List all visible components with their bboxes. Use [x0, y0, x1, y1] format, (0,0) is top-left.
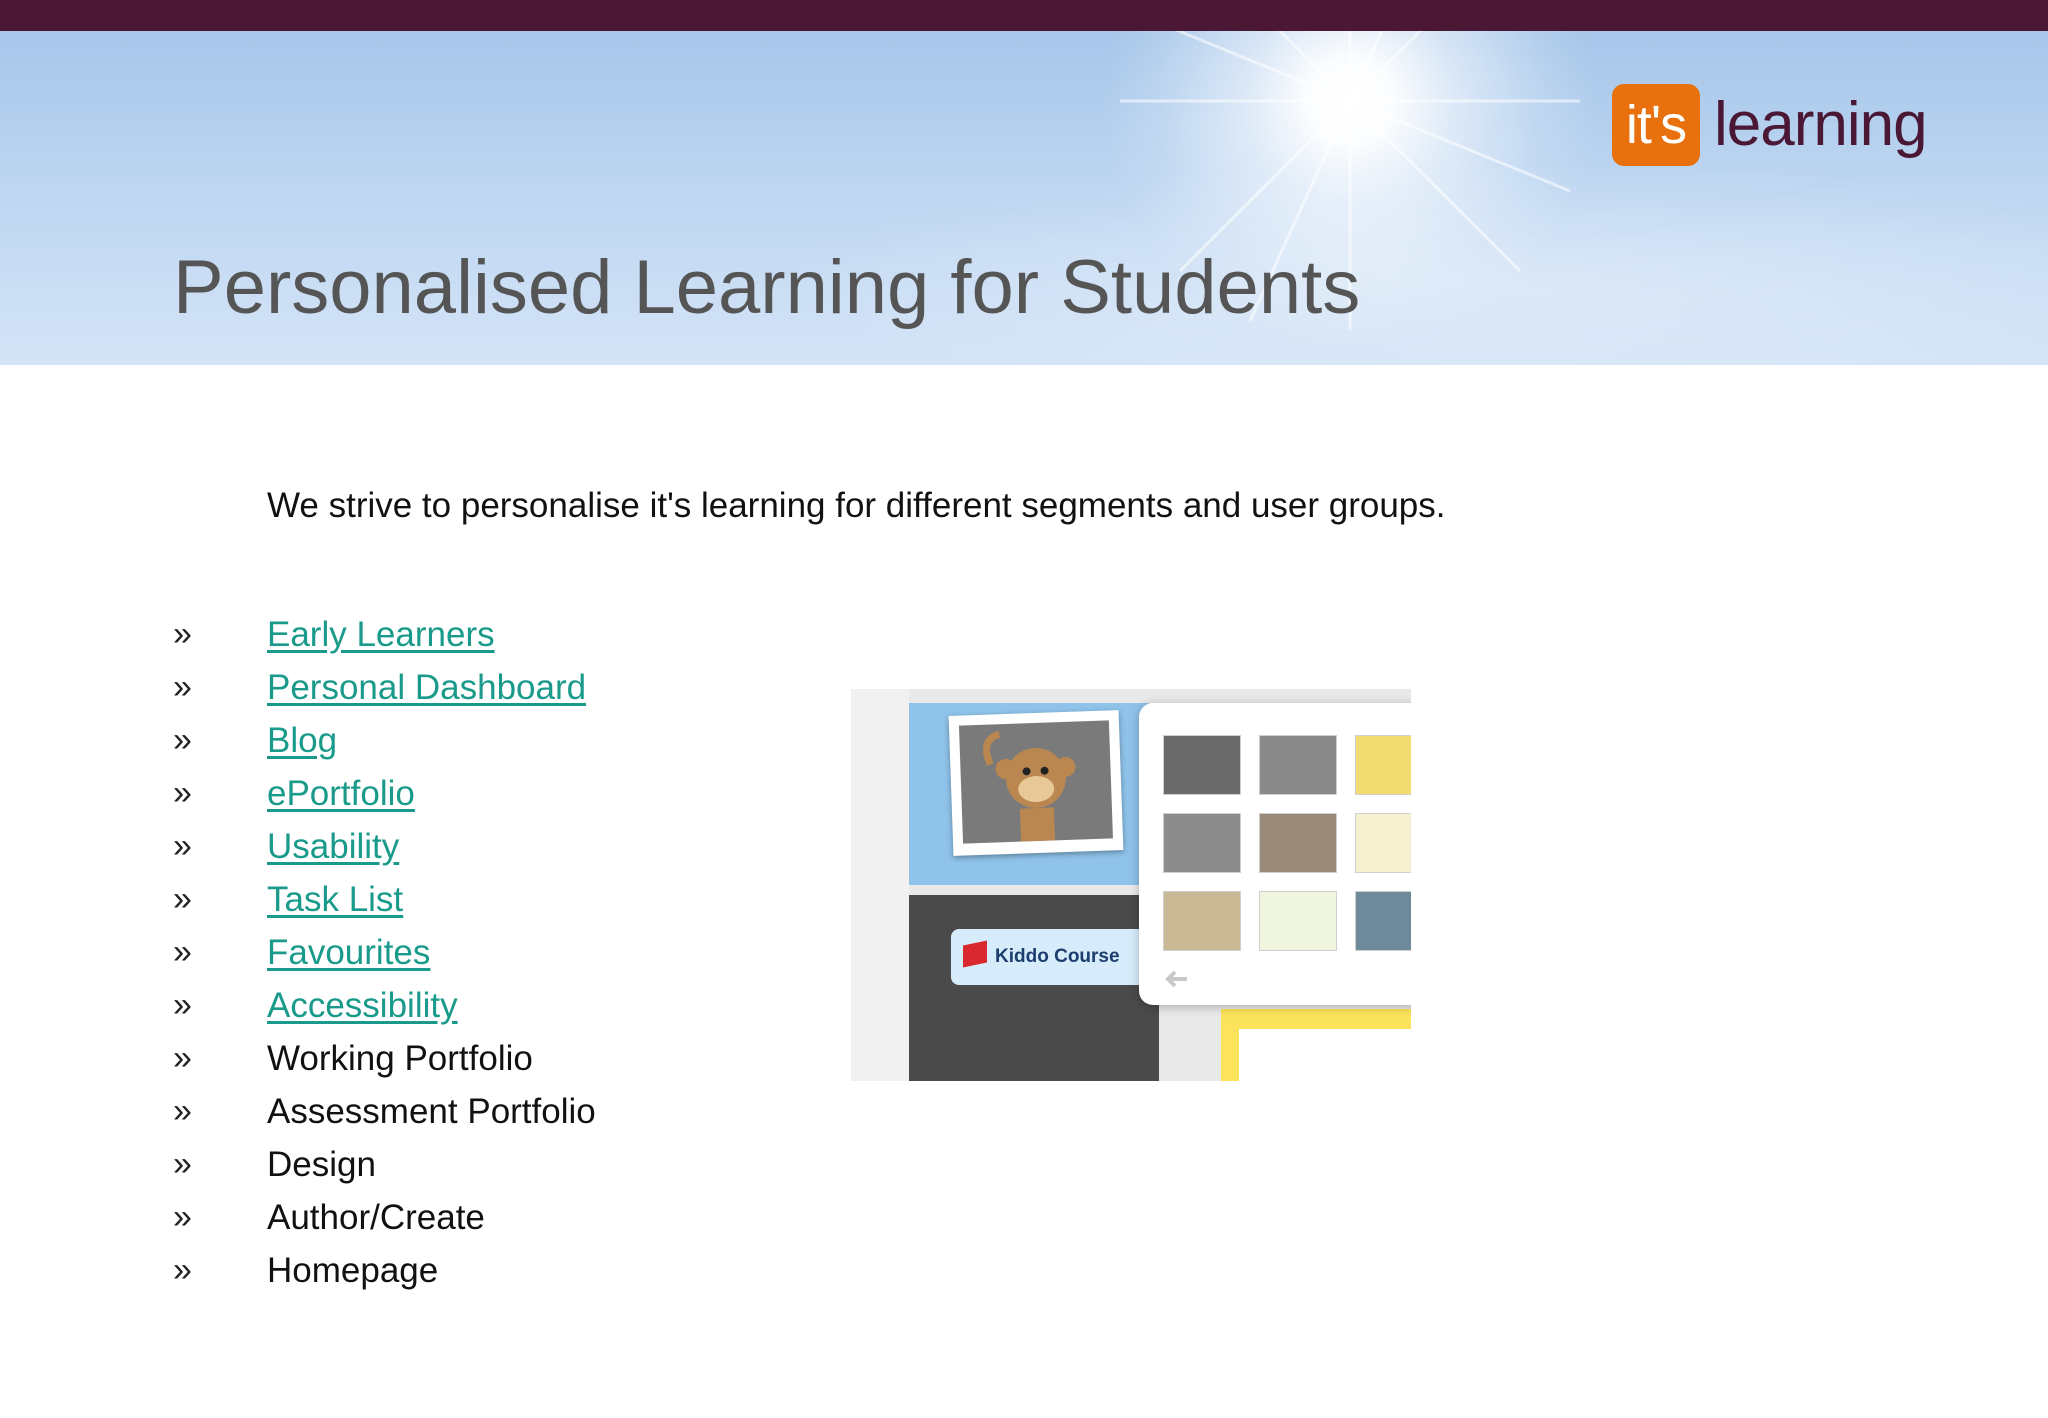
bullet-glyph: »: [173, 1039, 192, 1077]
monkey-icon: [983, 730, 1076, 842]
topic-label: Assessment Portfolio: [267, 1091, 596, 1131]
bullet-glyph: »: [173, 668, 192, 706]
logo-wordmark: learning: [1714, 90, 1928, 159]
topic-link[interactable]: Usability: [267, 827, 399, 867]
topic-link[interactable]: Personal Dashboard: [267, 668, 586, 708]
its-learning-logo[interactable]: it's learning: [1612, 84, 1928, 166]
topic-item[interactable]: » Accessibility: [173, 979, 596, 1032]
topic-item[interactable]: » Usability: [173, 820, 596, 873]
bullet-glyph: »: [173, 1145, 192, 1183]
screenshot-dark-panel: [909, 895, 1159, 1081]
topic-label: Homepage: [267, 1250, 439, 1290]
bullet-glyph: »: [173, 1092, 192, 1130]
bullet-glyph: »: [173, 615, 192, 653]
topic-item[interactable]: » Early Learners: [173, 608, 596, 661]
avatar-tile-cowboy-icon: [1355, 735, 1411, 795]
kiddo-course-label: Kiddo Course: [995, 946, 1120, 967]
logo-mark-text: it's: [1625, 95, 1687, 155]
logo-mark: it's: [1612, 84, 1700, 166]
bullet-glyph: »: [173, 933, 192, 971]
topic-item[interactable]: » Personal Dashboard: [173, 661, 596, 714]
bullet-glyph: »: [173, 1198, 192, 1236]
kiddo-course-button: Kiddo Course: [951, 929, 1151, 985]
topic-link[interactable]: Task List: [267, 880, 403, 920]
topic-link[interactable]: Blog: [267, 721, 337, 761]
topic-item[interactable]: » Blog: [173, 714, 596, 767]
topic-label: Working Portfolio: [267, 1038, 533, 1078]
back-arrow-icon: [1165, 970, 1187, 988]
topic-link[interactable]: Early Learners: [267, 615, 495, 655]
avatar-tile-robot-icon: [1163, 891, 1241, 951]
topic-item[interactable]: » Favourites: [173, 926, 596, 979]
avatar-tile-elephant-icon: [1163, 813, 1241, 873]
avatar-tile-mouse-icon: [1259, 891, 1337, 951]
bullet-glyph: »: [173, 721, 192, 759]
flag-icon: [963, 940, 987, 968]
early-learners-screenshot: Kiddo Course: [851, 689, 1411, 1081]
topic-item[interactable]: » ePortfolio: [173, 767, 596, 820]
screenshot-yellow-panel: [1221, 1009, 1411, 1081]
avatar-picker-panel: [1139, 703, 1411, 1005]
bullet-glyph: »: [173, 1251, 192, 1289]
screenshot-monkey-photo: [948, 710, 1124, 856]
topic-item: » Design: [173, 1138, 596, 1191]
topic-label: Author/Create: [267, 1197, 485, 1237]
avatar-tile-teal-icon: [1355, 891, 1411, 951]
avatar-tile-kid-icon: [1355, 813, 1411, 873]
topic-list: » Early Learners» Personal Dashboard» Blog»…: [173, 608, 596, 1297]
monkey-photo-frame: [958, 720, 1113, 844]
bullet-glyph: »: [173, 827, 192, 865]
topic-item: » Working Portfolio: [173, 1032, 596, 1085]
topic-item: » Assessment Portfolio: [173, 1085, 596, 1138]
bullet-glyph: »: [173, 986, 192, 1024]
top-bar: [0, 0, 2048, 31]
avatar-tile-boy-icon: [1259, 813, 1337, 873]
bullet-glyph: »: [173, 880, 192, 918]
bullet-glyph: »: [173, 774, 192, 812]
page-title: Personalised Learning for Students: [173, 245, 1361, 330]
topic-label: Design: [267, 1144, 376, 1184]
screenshot-left-strip: [851, 689, 909, 1081]
topic-item: » Homepage: [173, 1244, 596, 1297]
avatar-tile-girl-icon: [1259, 735, 1337, 795]
topic-link[interactable]: Accessibility: [267, 986, 458, 1026]
topic-link[interactable]: Favourites: [267, 933, 430, 973]
intro-text: We strive to personalise it's learning f…: [267, 486, 1446, 525]
topic-item: » Author/Create: [173, 1191, 596, 1244]
topic-item[interactable]: » Task List: [173, 873, 596, 926]
topic-link[interactable]: ePortfolio: [267, 774, 415, 814]
yellow-panel-card: [1239, 1029, 1411, 1081]
avatar-tile-question-icon: [1163, 735, 1241, 795]
